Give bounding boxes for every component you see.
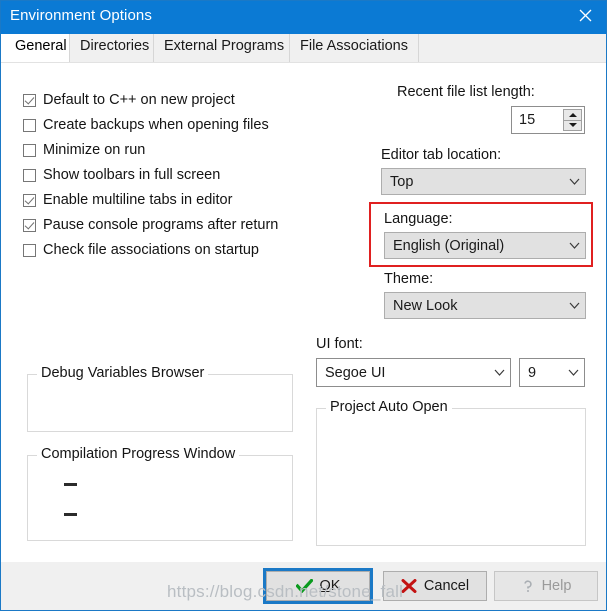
- tab-general[interactable]: General: [5, 34, 70, 62]
- checkbox-check-file-associations[interactable]: Check file associations on startup: [23, 239, 259, 261]
- ui-font-family-value: Segoe UI: [325, 364, 386, 381]
- language-value: English (Original): [393, 237, 505, 254]
- placeholder-dash: [64, 483, 77, 486]
- checkbox-box: [23, 218, 36, 232]
- stepper-buttons: [563, 109, 582, 131]
- ok-rest-char: K: [330, 578, 341, 594]
- checkbox-pause-console-programs[interactable]: Pause console programs after return: [23, 214, 278, 236]
- debug-variables-browser-group: Debug Variables Browser: [27, 365, 293, 432]
- checkbox-box: [23, 118, 36, 132]
- ok-button-label: OK: [320, 578, 341, 594]
- spinner-up-icon[interactable]: [563, 109, 582, 121]
- cancel-button[interactable]: Cancel: [383, 571, 487, 601]
- red-x-icon: [401, 579, 417, 593]
- checkbox-label: Default to C++ on new project: [43, 92, 235, 108]
- ui-font-family-select[interactable]: Segoe UI: [316, 358, 511, 387]
- compilation-progress-window-group: Compilation Progress Window: [27, 446, 293, 541]
- chevron-down-icon: [488, 369, 510, 376]
- language-select[interactable]: English (Original): [384, 232, 586, 259]
- general-tab-panel: Default to C++ on new project Create bac…: [1, 62, 606, 562]
- tab-directories[interactable]: Directories: [70, 34, 154, 62]
- checkbox-label: Minimize on run: [43, 142, 146, 158]
- checkbox-box: [23, 243, 36, 257]
- tab-strip: General Directories External Programs Fi…: [1, 34, 606, 62]
- titlebar: Environment Options: [1, 1, 606, 34]
- ui-font-size-value: 9: [528, 364, 537, 381]
- checkbox-create-backups[interactable]: Create backups when opening files: [23, 114, 269, 136]
- project-auto-open-title: Project Auto Open: [326, 399, 452, 415]
- window-title: Environment Options: [10, 7, 152, 24]
- editor-tab-location-select[interactable]: Top: [381, 168, 586, 195]
- help-button-label: Help: [541, 578, 572, 594]
- checkbox-box: [23, 168, 36, 182]
- chevron-down-icon: [562, 369, 584, 376]
- language-label: Language:: [384, 211, 453, 227]
- checkbox-show-toolbars-fullscreen[interactable]: Show toolbars in full screen: [23, 164, 220, 186]
- checkbox-minimize-on-run[interactable]: Minimize on run: [23, 139, 145, 161]
- ok-accel-char: O: [319, 578, 331, 594]
- environment-options-dialog: Environment Options General Directories …: [0, 0, 607, 611]
- checkbox-label: Check file associations on startup: [43, 242, 259, 258]
- green-check-icon: [295, 579, 313, 593]
- checkbox-label: Pause console programs after return: [43, 217, 279, 233]
- chevron-down-icon: [563, 302, 585, 309]
- recent-file-list-length-value: 15: [519, 112, 536, 128]
- checkbox-box: [23, 193, 36, 207]
- spinner-down-icon[interactable]: [563, 120, 582, 131]
- checkbox-label: Enable multiline tabs in editor: [43, 192, 233, 208]
- compilation-progress-window-title: Compilation Progress Window: [37, 446, 240, 462]
- tab-file-associations[interactable]: File Associations: [290, 34, 419, 62]
- placeholder-dash: [64, 513, 77, 516]
- close-icon[interactable]: [562, 1, 606, 34]
- checkbox-default-to-cpp[interactable]: Default to C++ on new project: [23, 89, 235, 111]
- tab-external-programs[interactable]: External Programs: [154, 34, 290, 62]
- checkbox-label: Create backups when opening files: [43, 117, 269, 133]
- recent-file-list-length-label: Recent file list length:: [397, 84, 535, 100]
- chevron-down-icon: [563, 178, 585, 185]
- checkbox-box: [23, 143, 36, 157]
- chevron-down-icon: [563, 242, 585, 249]
- dialog-footer: OK Cancel Help: [1, 562, 606, 610]
- cancel-button-label: Cancel: [423, 578, 470, 594]
- theme-value: New Look: [393, 297, 458, 314]
- project-auto-open-group: Project Auto Open: [316, 399, 586, 546]
- checkbox-enable-multiline-tabs[interactable]: Enable multiline tabs in editor: [23, 189, 232, 211]
- question-mark-icon: [521, 579, 535, 593]
- theme-label: Theme:: [384, 271, 434, 287]
- checkbox-box: [23, 93, 36, 107]
- tab-strip-filler: [419, 34, 606, 62]
- help-button: Help: [494, 571, 598, 601]
- theme-select[interactable]: New Look: [384, 292, 586, 319]
- ui-font-label: UI font:: [316, 336, 363, 352]
- checkbox-label: Show toolbars in full screen: [43, 167, 221, 183]
- editor-tab-location-label: Editor tab location:: [381, 147, 502, 163]
- debug-variables-browser-title: Debug Variables Browser: [37, 365, 209, 381]
- editor-tab-location-value: Top: [390, 173, 414, 190]
- ok-button[interactable]: OK: [263, 568, 373, 604]
- ui-font-size-select[interactable]: 9: [519, 358, 585, 387]
- recent-file-list-length-stepper[interactable]: 15: [511, 106, 585, 134]
